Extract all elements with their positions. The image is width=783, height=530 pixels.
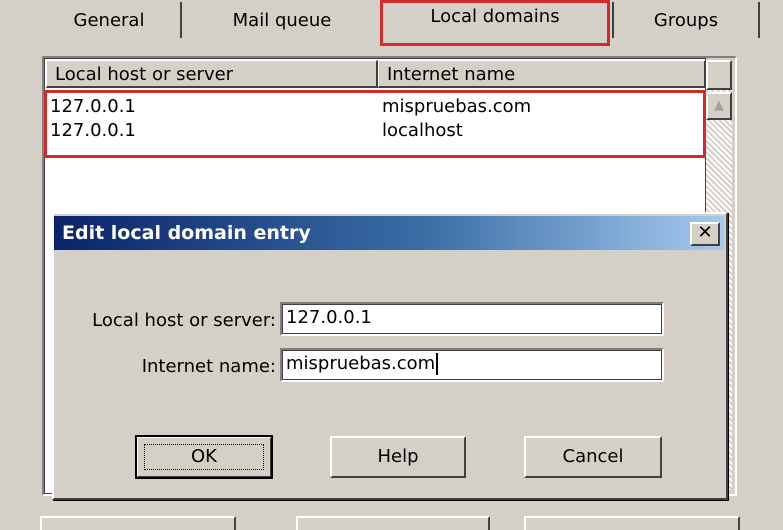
column-header-host[interactable]: Local host or server: [46, 60, 378, 88]
tab-mail-queue-label: Mail queue: [232, 10, 332, 31]
tab-separator: [180, 2, 182, 38]
focus-rect: [144, 444, 264, 470]
column-header-internet-name-label: Internet name: [387, 64, 516, 85]
tab-separator: [758, 2, 760, 38]
text-caret: [436, 353, 439, 375]
help-button[interactable]: Help: [330, 436, 466, 478]
column-header-host-label: Local host or server: [55, 64, 234, 85]
scrollbar-thumb[interactable]: [706, 60, 732, 90]
column-header-internet-name[interactable]: Internet name: [378, 60, 706, 88]
tab-general[interactable]: General: [38, 0, 180, 40]
ok-button[interactable]: OK: [135, 435, 273, 479]
help-button-label: Help: [377, 446, 419, 467]
tab-separator: [612, 2, 614, 38]
highlight-tab-frame: [380, 0, 610, 46]
tab-groups-label: Groups: [653, 10, 719, 31]
highlight-rows-frame: [44, 90, 706, 158]
close-icon: ✕: [697, 222, 713, 243]
host-input-value: 127.0.0.1: [286, 307, 372, 328]
tab-mail-queue[interactable]: Mail queue: [184, 0, 380, 40]
internet-name-input[interactable]: mispruebas.com: [280, 348, 664, 382]
cancel-button[interactable]: Cancel: [524, 436, 662, 478]
dialog-close-button[interactable]: ✕: [690, 222, 720, 246]
parent-button-right[interactable]: [524, 516, 740, 530]
internet-name-field-label: Internet name:: [141, 356, 276, 377]
parent-button-middle[interactable]: [296, 516, 490, 530]
arrow-up-icon: ▲: [714, 98, 724, 113]
host-field-label: Local host or server:: [92, 310, 276, 331]
dialog-title: Edit local domain entry: [62, 222, 311, 244]
internet-name-input-value: mispruebas.com: [286, 353, 436, 374]
parent-button-left[interactable]: [40, 516, 236, 530]
tab-general-label: General: [73, 10, 145, 31]
cancel-button-label: Cancel: [562, 446, 624, 467]
host-input[interactable]: 127.0.0.1: [280, 302, 664, 336]
tab-groups[interactable]: Groups: [616, 0, 756, 40]
scroll-up-button[interactable]: ▲: [706, 92, 732, 120]
